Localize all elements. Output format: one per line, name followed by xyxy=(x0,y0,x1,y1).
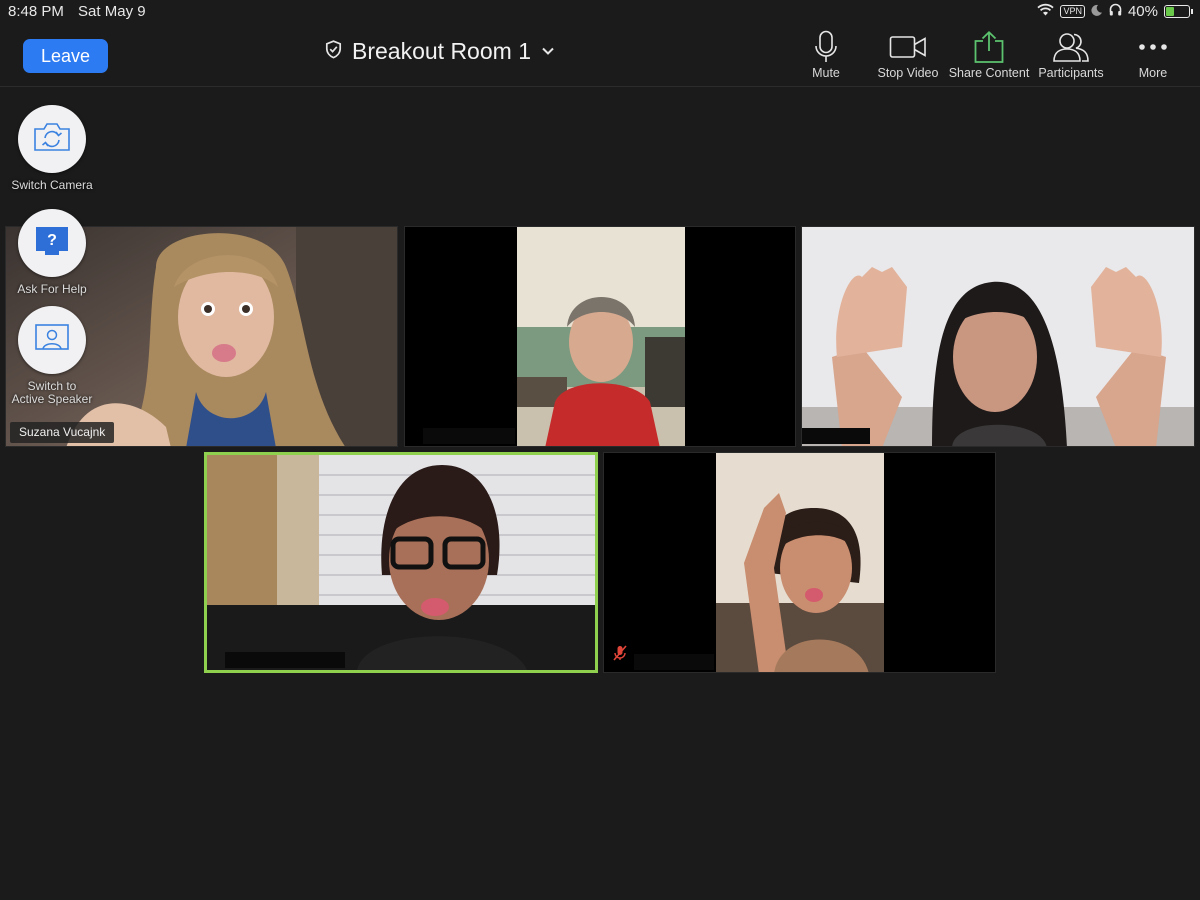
status-date: Sat May 9 xyxy=(78,3,146,20)
battery-fill xyxy=(1166,7,1175,16)
room-title-dropdown[interactable]: Breakout Room 1 xyxy=(325,38,555,65)
room-title: Breakout Room 1 xyxy=(352,38,531,64)
video-camera-icon xyxy=(886,30,930,64)
participants-button[interactable]: Participants xyxy=(1025,30,1117,80)
wifi-icon xyxy=(1037,3,1055,20)
status-time-date: 8:48 PM Sat May 9 xyxy=(8,3,146,20)
share-icon xyxy=(967,30,1011,64)
video-tile-4-active-speaker[interactable] xyxy=(204,452,598,673)
microphone-icon xyxy=(804,30,848,64)
switch-camera-icon xyxy=(32,121,72,158)
battery-icon xyxy=(1164,5,1193,18)
battery-percent: 40% xyxy=(1127,3,1158,20)
video-tile-5[interactable] xyxy=(603,452,996,673)
redacted-name xyxy=(423,428,515,444)
muted-microphone-icon xyxy=(612,645,628,666)
more-label: More xyxy=(1138,66,1168,80)
redacted-name xyxy=(634,654,714,670)
switch-to-active-speaker-button[interactable]: Switch to Active Speaker xyxy=(2,306,102,406)
shield-icon xyxy=(325,39,342,64)
participants-icon xyxy=(1049,30,1093,64)
share-content-label: Share Content xyxy=(948,66,1030,80)
help-question-icon: ? xyxy=(35,226,69,261)
share-content-button[interactable]: Share Content xyxy=(943,30,1035,80)
svg-text:?: ? xyxy=(47,232,57,249)
participants-label: Participants xyxy=(1038,66,1104,80)
meeting-toolbar: Leave Breakout Room 1 Mute Stop Video Sh… xyxy=(0,24,1200,87)
moon-icon xyxy=(1091,3,1103,20)
stop-video-label: Stop Video xyxy=(877,66,939,80)
status-time: 8:48 PM xyxy=(8,3,64,20)
participant-video xyxy=(604,453,995,672)
leave-button[interactable]: Leave xyxy=(23,39,108,73)
redacted-name xyxy=(802,428,870,444)
switch-to-active-speaker-label: Switch to Active Speaker xyxy=(11,379,93,406)
more-dots-icon xyxy=(1131,30,1175,64)
switch-camera-label: Switch Camera xyxy=(11,178,93,192)
more-button[interactable]: More xyxy=(1107,30,1199,80)
video-tile-3[interactable] xyxy=(801,226,1195,447)
participant-video xyxy=(405,227,795,446)
participant-video xyxy=(802,227,1194,446)
ask-for-help-button[interactable]: ? Ask For Help xyxy=(2,209,102,296)
active-speaker-icon xyxy=(34,323,70,358)
redacted-name xyxy=(225,652,345,668)
mute-label: Mute xyxy=(812,66,840,80)
stop-video-button[interactable]: Stop Video xyxy=(862,30,954,80)
status-bar: 8:48 PM Sat May 9 VPN 40% xyxy=(0,0,1200,24)
vpn-badge: VPN xyxy=(1060,5,1085,18)
participant-video xyxy=(207,455,595,670)
ask-for-help-label: Ask For Help xyxy=(17,282,87,296)
switch-camera-button[interactable]: Switch Camera xyxy=(2,105,102,192)
headphones-icon xyxy=(1109,3,1122,20)
mute-button[interactable]: Mute xyxy=(780,30,872,80)
status-indicators: VPN 40% xyxy=(1037,3,1193,20)
participant-name-tag: Suzana Vucajnk xyxy=(10,422,115,443)
video-tile-2[interactable] xyxy=(404,226,796,447)
chevron-down-icon xyxy=(541,43,555,61)
